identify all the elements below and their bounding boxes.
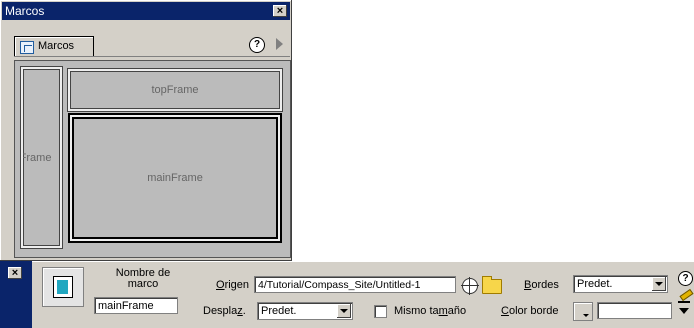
frame-icon: [42, 267, 84, 307]
source-input[interactable]: 4/Tutorial/Compass_Site/Untitled-1: [254, 276, 456, 293]
source-label: Origen: [216, 279, 250, 291]
frames-panel: Marcos × Marcos ? leftFrame topFrame mai…: [0, 0, 292, 261]
dropdown-arrow-icon[interactable]: [652, 277, 666, 291]
target-icon[interactable]: [461, 277, 479, 295]
borders-select[interactable]: Predet.: [573, 275, 668, 293]
frame-main-label: mainFrame: [147, 172, 203, 184]
collapse-arrow-icon[interactable]: [679, 308, 689, 314]
inspector-strip: ×: [0, 261, 32, 328]
borders-value: Predet.: [577, 278, 613, 290]
scroll-label: Desplaz.: [203, 305, 246, 317]
noresize-checkbox[interactable]: [374, 305, 387, 318]
tab-divider: [14, 56, 290, 57]
noresize-label: Mismo tamaño: [394, 305, 467, 317]
close-icon[interactable]: ×: [8, 267, 22, 279]
frame-name-input[interactable]: mainFrame: [94, 297, 178, 314]
folder-icon[interactable]: [482, 276, 502, 294]
frame-left[interactable]: leftFrame: [21, 67, 62, 248]
border-color-swatch[interactable]: [573, 302, 593, 321]
tab-label: Marcos: [38, 40, 75, 52]
frame-main[interactable]: mainFrame: [70, 115, 280, 241]
scroll-select[interactable]: Predet.: [257, 302, 353, 320]
scroll-value: Predet.: [261, 305, 297, 317]
frame-top-label: topFrame: [151, 84, 199, 96]
frames-icon: [20, 41, 34, 54]
frame-top[interactable]: topFrame: [68, 69, 282, 111]
panel-title-bar[interactable]: Marcos ×: [2, 2, 290, 20]
frames-preview: leftFrame topFrame mainFrame: [14, 60, 291, 258]
frame-name-label: Nombre de marco: [115, 267, 171, 290]
arrow-right-icon[interactable]: [276, 38, 283, 50]
panel-title: Marcos: [5, 4, 45, 18]
close-icon[interactable]: ×: [273, 5, 287, 17]
frame-left-label: leftFrame: [21, 152, 52, 164]
border-color-input[interactable]: [597, 302, 672, 319]
tab-marcos[interactable]: Marcos: [14, 36, 94, 56]
edit-icon[interactable]: [678, 291, 692, 303]
border-color-label: Color borde: [501, 305, 559, 317]
help-icon[interactable]: ?: [249, 37, 265, 53]
dropdown-arrow-icon[interactable]: [337, 304, 351, 318]
help-icon[interactable]: ?: [678, 271, 693, 286]
borders-label: Bordes: [524, 279, 559, 291]
